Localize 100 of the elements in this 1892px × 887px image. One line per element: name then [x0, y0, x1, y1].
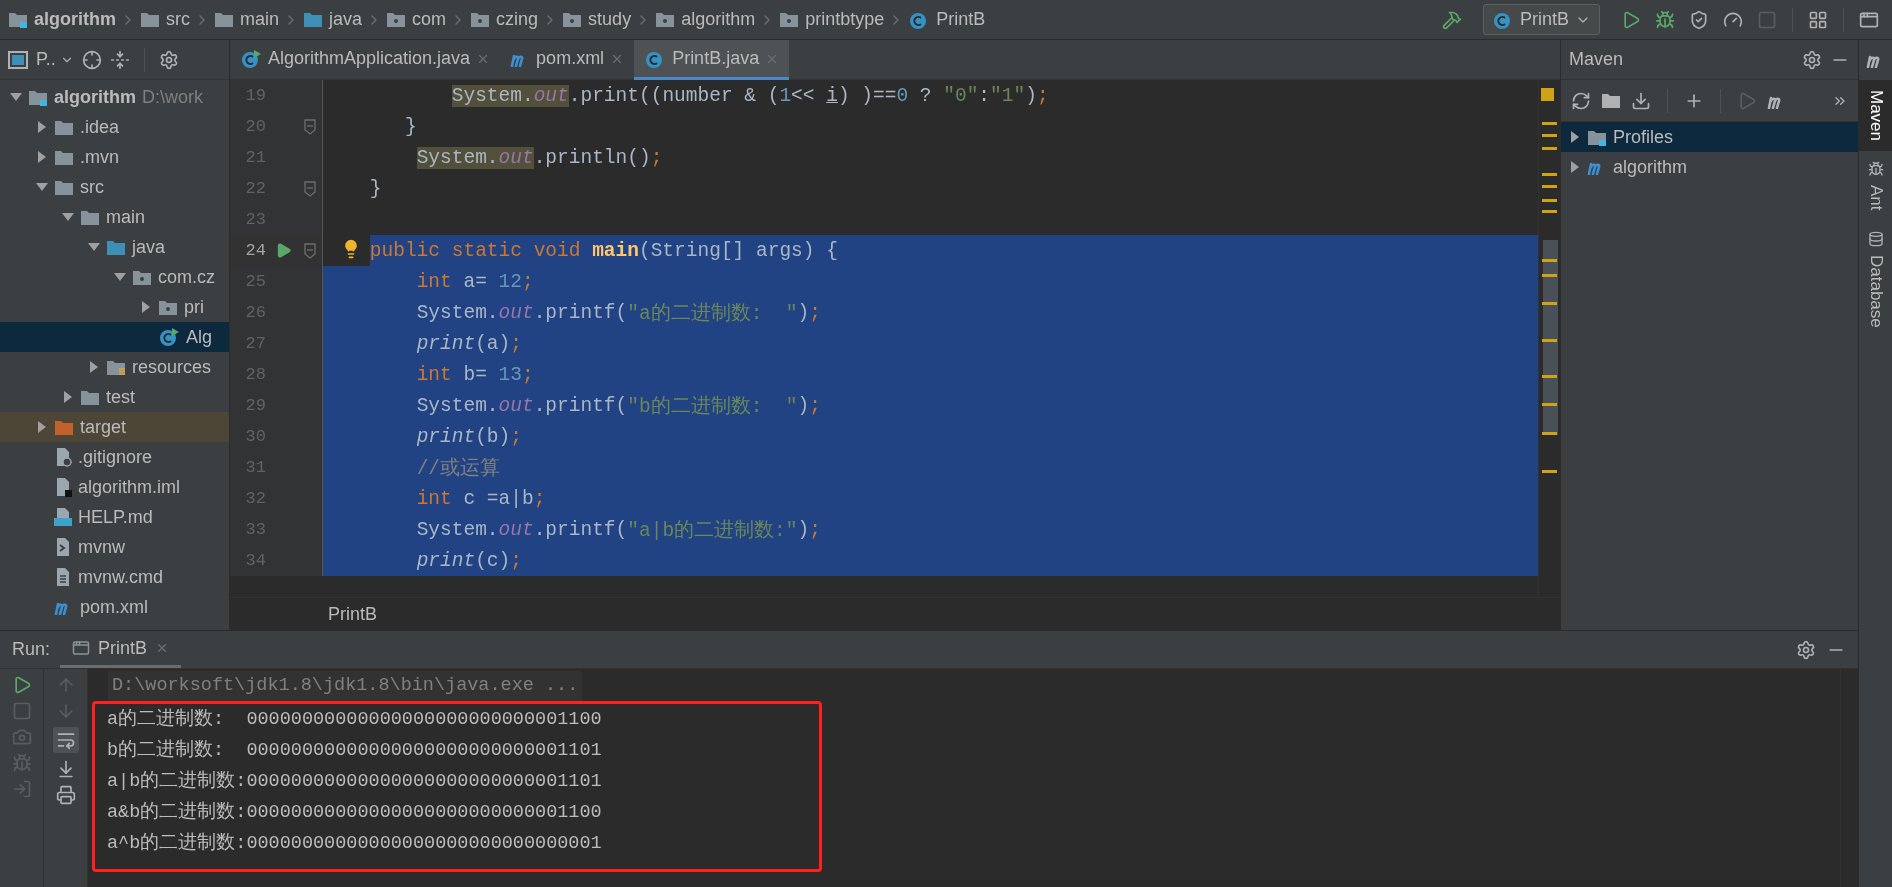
- refresh-icon[interactable]: [1571, 90, 1591, 111]
- breadcrumb-item[interactable]: algorithm: [655, 9, 756, 30]
- tree-item[interactable]: target: [0, 412, 229, 442]
- view-selector[interactable]: P..: [36, 49, 74, 70]
- line-number: 24: [244, 241, 266, 260]
- run-configuration-dropdown[interactable]: PrintB: [1482, 4, 1600, 35]
- code-line: //或运算: [323, 452, 1538, 483]
- module-folder-icon: [8, 11, 28, 28]
- tree-item[interactable]: algorithm.iml: [0, 472, 229, 502]
- settings-icon[interactable]: [1802, 49, 1822, 70]
- tree-item[interactable]: com.cz: [0, 262, 229, 292]
- module-folder-icon: [28, 88, 48, 106]
- code-line: System.out.println();: [415, 145, 664, 171]
- fold-marker-icon[interactable]: [304, 180, 316, 197]
- code-line: }: [403, 114, 418, 140]
- tree-item[interactable]: Profiles: [1561, 122, 1858, 152]
- breadcrumb-item[interactable]: study: [562, 9, 632, 30]
- database-icon: [1867, 230, 1884, 247]
- collapsed-arrow-icon[interactable]: [36, 121, 48, 133]
- folder-icon: [1587, 128, 1607, 146]
- soft-wrap-icon[interactable]: [55, 730, 76, 750]
- module-file-icon: [54, 477, 72, 497]
- fold-marker-icon[interactable]: [304, 118, 316, 135]
- tree-item[interactable]: HELP.md: [0, 502, 229, 532]
- coverage-icon[interactable]: [1689, 9, 1709, 30]
- breadcrumb-item[interactable]: algorithm: [8, 9, 116, 30]
- expanded-arrow-icon[interactable]: [36, 181, 48, 193]
- side-tab[interactable]: Maven: [1859, 80, 1892, 152]
- code-breadcrumb[interactable]: PrintB: [328, 603, 378, 625]
- editor-tab[interactable]: pom.xml: [500, 40, 635, 80]
- tree-item[interactable]: mvnw: [0, 532, 229, 562]
- tree-item[interactable]: algorithm: [1561, 152, 1858, 182]
- collapsed-arrow-icon[interactable]: [62, 391, 74, 403]
- collapsed-arrow-icon[interactable]: [36, 151, 48, 163]
- code-line: int b= 13;: [323, 359, 1538, 390]
- editor-tab[interactable]: AlgorithmApplication.java: [230, 40, 501, 80]
- tree-item[interactable]: pom.xml: [0, 592, 229, 622]
- collapsed-arrow-icon[interactable]: [140, 301, 152, 313]
- tree-item[interactable]: algorithm D:\work: [0, 82, 229, 112]
- panel-title: Maven: [1569, 49, 1624, 70]
- collapsed-arrow-icon[interactable]: [1569, 161, 1581, 173]
- hammer-icon[interactable]: [1441, 9, 1462, 30]
- breadcrumb-item[interactable]: main: [214, 9, 280, 30]
- folder-icon: [1601, 92, 1621, 109]
- panel-title: Run:: [12, 639, 51, 660]
- run-icon[interactable]: [1621, 9, 1641, 30]
- breadcrumb-item[interactable]: com: [386, 9, 447, 30]
- package-folder-icon: [386, 11, 407, 28]
- breadcrumb-item[interactable]: printbtype: [779, 9, 885, 30]
- breadcrumb-item[interactable]: czing: [470, 9, 539, 30]
- print-icon[interactable]: [55, 785, 76, 805]
- breadcrumb-item[interactable]: src: [140, 9, 190, 30]
- settings-icon[interactable]: [158, 49, 179, 70]
- console-command: D:\worksoft\jdk1.8\jdk1.8\bin\java.exe ...: [108, 671, 583, 701]
- code-line: print(c);: [323, 545, 1538, 576]
- tree-item[interactable]: test: [0, 382, 229, 412]
- tree-item[interactable]: mvnw.cmd: [0, 562, 229, 592]
- side-tab[interactable]: Ant: [1859, 151, 1892, 221]
- expanded-arrow-icon[interactable]: [10, 91, 22, 103]
- tree-item[interactable]: src: [0, 172, 229, 202]
- tree-item[interactable]: .gitignore: [0, 442, 229, 472]
- ignore-file-icon: [54, 447, 72, 467]
- bug-icon: [1867, 161, 1884, 178]
- tree-item[interactable]: resources: [0, 352, 229, 382]
- editor-tab[interactable]: PrintB.java: [634, 40, 790, 80]
- collapsed-arrow-icon[interactable]: [1569, 131, 1581, 143]
- code-line: }: [368, 176, 383, 202]
- package-folder-icon: [158, 298, 178, 316]
- side-tab[interactable]: Database: [1859, 220, 1892, 338]
- tree-item[interactable]: .idea: [0, 112, 229, 142]
- tree-item[interactable]: .mvn: [0, 142, 229, 172]
- folder-icon: [214, 11, 234, 28]
- locate-icon[interactable]: [81, 49, 102, 70]
- settings-icon[interactable]: [1796, 639, 1816, 660]
- folder-icon: [106, 238, 126, 256]
- tree-item[interactable]: Alg: [0, 322, 229, 352]
- breadcrumb-item[interactable]: java: [303, 9, 363, 30]
- project-structure-icon[interactable]: [1808, 9, 1828, 30]
- download-icon[interactable]: [1631, 90, 1651, 111]
- expanded-arrow-icon[interactable]: [88, 241, 100, 253]
- expanded-arrow-icon[interactable]: [114, 271, 126, 283]
- code-line: int c =a|b;: [323, 483, 1538, 514]
- code-line: print(b);: [323, 421, 1538, 452]
- fold-marker-icon[interactable]: [304, 242, 316, 259]
- collapse-icon[interactable]: [109, 49, 130, 70]
- code-line: System.out.printf("a的二进制数: ");: [323, 297, 1538, 328]
- error-stripe[interactable]: [1538, 80, 1560, 597]
- console-icon: [72, 639, 91, 657]
- expanded-arrow-icon[interactable]: [62, 211, 74, 223]
- console-line: a的二进制数: 00000000000000000000000000001100: [107, 707, 603, 732]
- console-line: a^b的二进制数:00000000000000000000000000000001: [107, 831, 603, 856]
- collapsed-arrow-icon[interactable]: [88, 361, 100, 373]
- tree-item[interactable]: java: [0, 232, 229, 262]
- script-file-icon: [54, 537, 72, 557]
- breadcrumb-item[interactable]: PrintB: [908, 9, 986, 30]
- tree-item[interactable]: main: [0, 202, 229, 232]
- console-line: a|b的二进制数:00000000000000000000000000001101: [107, 769, 603, 794]
- collapsed-arrow-icon[interactable]: [36, 421, 48, 433]
- debug-icon[interactable]: [1655, 9, 1675, 30]
- tree-item[interactable]: pri: [0, 292, 229, 322]
